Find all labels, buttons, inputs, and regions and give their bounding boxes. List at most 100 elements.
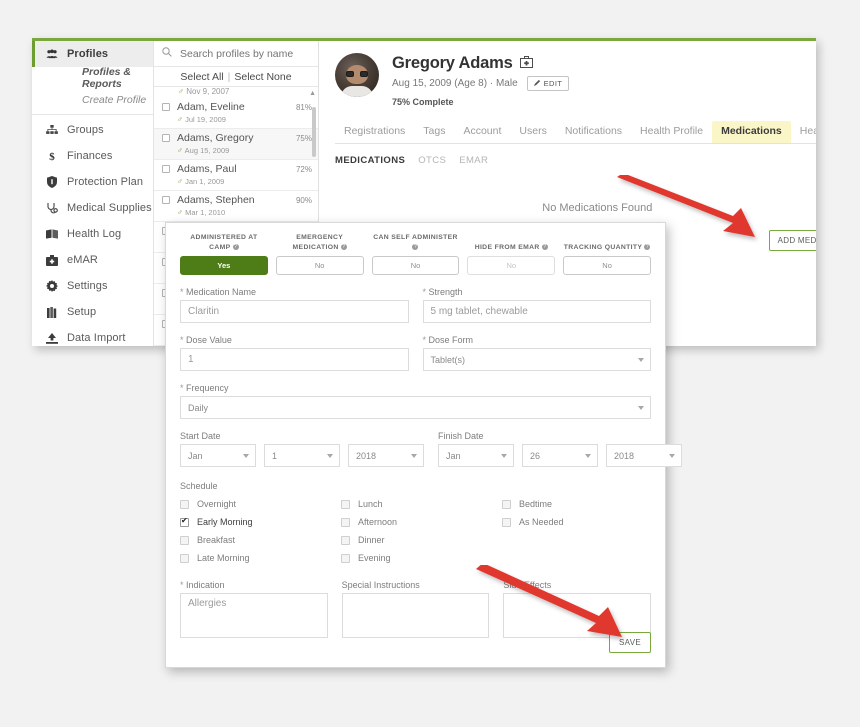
- schedule-option-dinner[interactable]: Dinner: [341, 531, 502, 549]
- help-icon[interactable]: ?: [340, 244, 347, 250]
- toggle-button[interactable]: No: [467, 256, 556, 275]
- sidebar-item-health-log[interactable]: Health Log: [32, 221, 153, 247]
- subtab-otcs[interactable]: OTCS: [418, 155, 446, 166]
- start-date-year-select[interactable]: 2018: [348, 444, 424, 467]
- list-item[interactable]: Adams, Paul ♂ Jan 1, 2009 72%: [154, 160, 318, 191]
- checkbox[interactable]: [341, 553, 350, 563]
- list-item[interactable]: Adams, Stephen ♂ Mar 1, 2010 90%: [154, 191, 318, 222]
- toggle-button[interactable]: Yes: [180, 256, 268, 275]
- field-label: Strength: [428, 287, 463, 297]
- schedule-option-lunch[interactable]: Lunch: [341, 495, 502, 513]
- required-marker: *: [180, 383, 184, 393]
- checkbox[interactable]: [180, 553, 189, 563]
- toggle-button[interactable]: No: [275, 256, 364, 275]
- list-item-name: Adam, Eveline: [177, 101, 245, 113]
- help-icon[interactable]: ?: [412, 244, 419, 250]
- scrollbar-thumb[interactable]: [312, 107, 316, 157]
- special-instructions-textarea[interactable]: [341, 593, 490, 638]
- row-checkbox[interactable]: [162, 103, 170, 111]
- list-item[interactable]: Adams, Gregory ♂ Aug 15, 2009 75%: [154, 129, 318, 160]
- checkbox[interactable]: [180, 499, 189, 509]
- subtab-medications[interactable]: MEDICATIONS: [335, 155, 405, 166]
- strength-input[interactable]: [422, 300, 651, 323]
- schedule-option-late-morning[interactable]: Late Morning: [180, 549, 341, 567]
- required-marker: *: [422, 335, 427, 345]
- tab-registrations[interactable]: Registrations: [335, 121, 414, 143]
- toggle-button[interactable]: No: [563, 256, 651, 275]
- field-dose-value: * Dose Value: [180, 335, 409, 371]
- sidebar-subitem-profiles-reports[interactable]: Profiles & Reports: [32, 66, 153, 90]
- empty-state-message: No Medications Found: [542, 202, 653, 214]
- indication-textarea[interactable]: Allergies: [180, 593, 328, 638]
- edit-button[interactable]: EDIT: [526, 76, 570, 91]
- tab-health-profile[interactable]: Health Profile: [631, 121, 712, 143]
- sidebar-item-settings[interactable]: Settings: [32, 273, 153, 299]
- schedule-option-breakfast[interactable]: Breakfast: [180, 531, 341, 549]
- sidebar-item-groups[interactable]: Groups: [32, 117, 153, 143]
- schedule-option-evening[interactable]: Evening: [341, 549, 502, 567]
- tab-notifications[interactable]: Notifications: [556, 121, 631, 143]
- checkbox[interactable]: [341, 535, 350, 545]
- schedule-option-bedtime[interactable]: Bedtime: [502, 495, 663, 513]
- schedule-option-overnight[interactable]: Overnight: [180, 495, 341, 513]
- sidebar-item-profiles[interactable]: Profiles: [32, 41, 153, 67]
- row-checkbox[interactable]: [162, 134, 170, 142]
- help-icon[interactable]: ?: [232, 244, 239, 250]
- checkbox[interactable]: [502, 517, 511, 527]
- sidebar-subitem-create-profile[interactable]: Create Profile: [32, 89, 153, 111]
- tab-users[interactable]: Users: [510, 121, 555, 143]
- row-checkbox[interactable]: [162, 165, 170, 173]
- checkbox[interactable]: [502, 499, 511, 509]
- tab-health-log[interactable]: Health Log: [791, 121, 816, 143]
- finish-date-month-select[interactable]: Jan: [438, 444, 514, 467]
- start-date-day-select[interactable]: 1: [264, 444, 340, 467]
- medication-name-input[interactable]: [180, 300, 409, 323]
- profile-search-row[interactable]: [154, 41, 318, 67]
- frequency-select[interactable]: Daily: [180, 396, 651, 419]
- add-medication-button[interactable]: ADD MEDICATION: [768, 230, 816, 251]
- person-icon: ♂: [177, 146, 183, 155]
- finish-date-year-select[interactable]: 2018: [606, 444, 682, 467]
- start-date-month-select[interactable]: Jan: [180, 444, 256, 467]
- toggle-emergency-medication: EMERGENCY MEDICATION ? No: [275, 233, 364, 275]
- sidebar-item-emar[interactable]: eMAR: [32, 247, 153, 273]
- chevron-down-icon: [243, 453, 249, 458]
- schedule-option-as-needed[interactable]: As Needed: [502, 513, 663, 531]
- sidebar-item-data-import[interactable]: Data Import: [32, 325, 153, 346]
- help-icon[interactable]: ?: [644, 244, 651, 250]
- select-all-link[interactable]: Select All: [180, 71, 223, 83]
- checkbox[interactable]: [180, 535, 189, 545]
- sidebar-item-finances[interactable]: $ Finances: [32, 143, 153, 169]
- schedule-option-label: Bedtime: [519, 499, 553, 509]
- tab-medications[interactable]: Medications: [712, 121, 791, 143]
- search-input[interactable]: [178, 46, 310, 61]
- tab-account[interactable]: Account: [454, 121, 510, 143]
- sidebar-item-setup[interactable]: Setup: [32, 299, 153, 325]
- save-button[interactable]: SAVE: [609, 632, 651, 653]
- sidebar-item-medical-supplies[interactable]: Medical Supplies: [32, 195, 153, 221]
- finish-day-value: 26: [530, 450, 541, 461]
- list-item[interactable]: Adam, Eveline ♂ Jul 19, 2009 81%: [154, 98, 318, 129]
- select-none-link[interactable]: Select None: [234, 71, 291, 83]
- toggle-button[interactable]: No: [371, 256, 460, 275]
- checkbox[interactable]: [341, 517, 350, 527]
- help-icon[interactable]: ?: [541, 244, 548, 250]
- schedule-option-early-morning[interactable]: Early Morning: [180, 513, 341, 531]
- scroll-up-arrow-icon[interactable]: ▲: [309, 90, 316, 97]
- subtab-emar[interactable]: EMAR: [459, 155, 488, 166]
- edit-button-label: EDIT: [543, 79, 563, 88]
- schedule-option-label: Breakfast: [197, 535, 236, 545]
- sidebar-item-protection-plan[interactable]: Protection Plan: [32, 169, 153, 195]
- schedule-option-afternoon[interactable]: Afternoon: [341, 513, 502, 531]
- toggle-administered-at-camp: ADMINISTERED AT CAMP ? Yes: [180, 233, 268, 275]
- checkbox[interactable]: [341, 499, 350, 509]
- finish-date-day-select[interactable]: 26: [522, 444, 598, 467]
- checkbox[interactable]: [180, 516, 189, 527]
- dose-form-select[interactable]: Tablet(s): [422, 348, 651, 371]
- person-icon: ♂: [177, 115, 183, 124]
- list-item-name: Adams, Paul: [177, 163, 237, 175]
- tab-tags[interactable]: Tags: [414, 121, 454, 143]
- dose-value-input[interactable]: [180, 348, 409, 371]
- field-label: Medication Name: [186, 287, 257, 297]
- row-checkbox[interactable]: [162, 196, 170, 204]
